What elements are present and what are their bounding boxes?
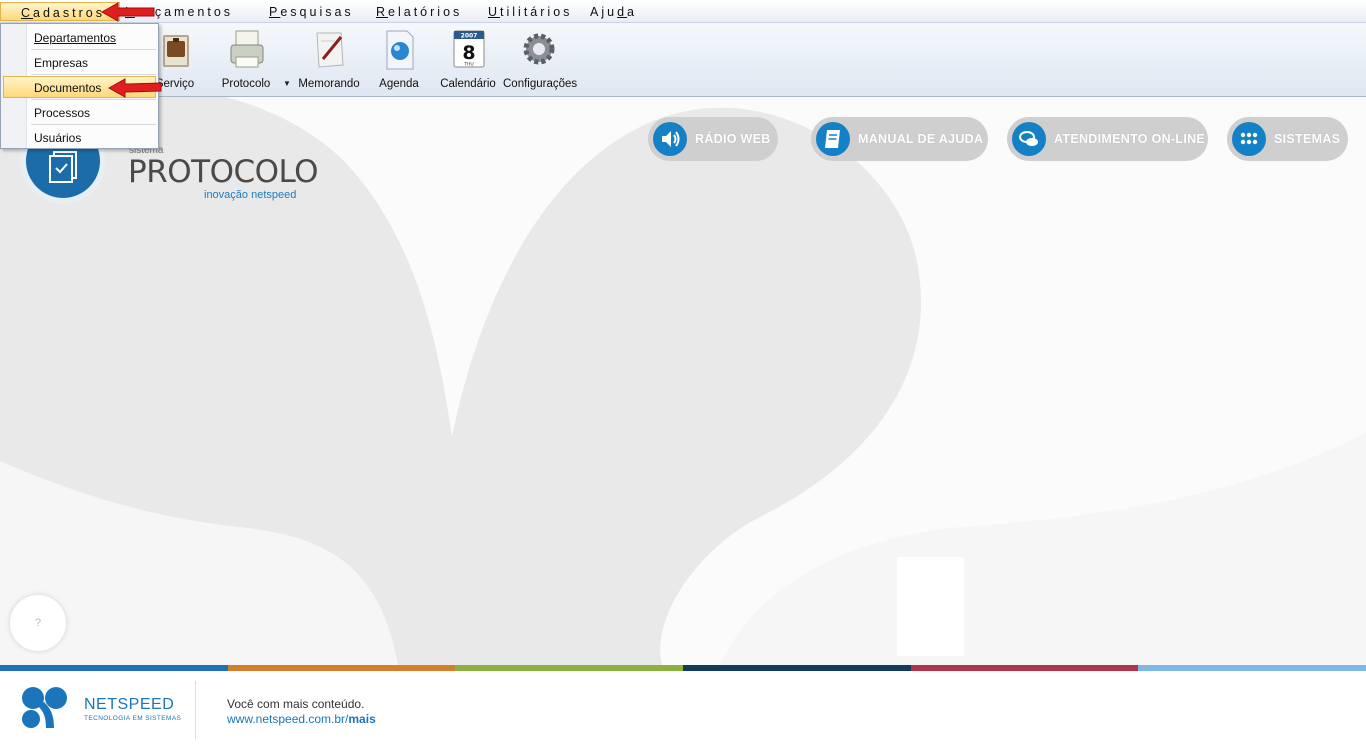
tool-configuracoes-label: Configurações [503, 78, 578, 90]
logo-title: PROTOCOLO [128, 154, 319, 190]
tool-configuracoes[interactable]: Configurações [503, 23, 578, 97]
book-icon [816, 122, 850, 156]
menu-relatorios-accel: R [376, 5, 389, 19]
calendar-year: 2007 [461, 33, 478, 40]
gear-icon [519, 27, 559, 71]
printer-icon [226, 27, 266, 71]
menu-relatorios[interactable]: Relatórios [376, 5, 462, 19]
help-button[interactable]: ? [10, 595, 66, 651]
menu-item-label: Empresas [34, 56, 89, 70]
footer-divider [195, 681, 196, 739]
manual-de-ajuda-label: MANUAL DE AJUDA [858, 132, 984, 146]
atendimento-online-button[interactable]: ATENDIMENTO ON-LINE [1007, 117, 1208, 161]
tool-calendario-label: Calendário [440, 78, 496, 90]
netspeed-logo-icon [20, 684, 76, 730]
speaker-icon [653, 122, 687, 156]
blank-panel [897, 557, 964, 656]
menu-item-label: Processos [34, 106, 91, 120]
menu-separator [31, 124, 156, 125]
menu-item-label: Departamentos [34, 31, 117, 45]
menu-utilitarios-label: tilitários [500, 5, 573, 19]
tool-protocolo[interactable]: Protocolo [218, 23, 274, 97]
tool-agenda[interactable]: Agenda [376, 23, 422, 97]
grid-dots-icon [1232, 122, 1266, 156]
menu-relatorios-label: elatórios [388, 5, 463, 19]
menu-item-label: Usuários [34, 131, 82, 145]
tool-memorando-label: Memorando [298, 78, 360, 90]
atendimento-online-label: ATENDIMENTO ON-LINE [1054, 132, 1206, 146]
radio-web-label: RÁDIO WEB [695, 132, 771, 146]
tool-calendario[interactable]: 2007 8 THU Calendário [440, 23, 496, 97]
briefcase-icon [155, 27, 195, 71]
tool-agenda-label: Agenda [379, 78, 419, 90]
netspeed-brand: NETSPEED [84, 696, 175, 713]
menu-item-processos[interactable]: Processos [3, 101, 156, 123]
menu-item-label: Documentos [34, 81, 102, 95]
menubar: Cadastros Lançamentos Pesquisas Relatóri… [0, 0, 1366, 23]
footer-link-bold: mais [348, 712, 376, 726]
calendar-icon: 2007 8 THU [448, 27, 488, 71]
menu-utilitarios[interactable]: Utilitários [488, 5, 572, 19]
logo-tagline: inovação netspeed [204, 189, 297, 201]
menu-item-departamentos[interactable]: Departamentos [3, 26, 156, 48]
menu-ajuda-label-end: a [627, 5, 637, 19]
menu-separator [31, 74, 156, 75]
calendar-weekday: THU [463, 62, 473, 68]
menu-item-usuarios[interactable]: Usuários [3, 126, 156, 148]
sistemas-label: SISTEMAS [1274, 132, 1341, 146]
chat-icon [1012, 122, 1046, 156]
tool-protocolo-label: Protocolo [221, 78, 271, 90]
globe-document-icon [379, 27, 419, 71]
menu-pesquisas-accel: P [269, 5, 281, 19]
menu-cadastros-accel: C [21, 6, 34, 20]
sistemas-button[interactable]: SISTEMAS [1227, 117, 1348, 161]
footer-slogan: Você com mais conteúdo. [227, 697, 365, 711]
radio-web-button[interactable]: RÁDIO WEB [648, 117, 778, 161]
footer-link[interactable]: www.netspeed.com.br/mais [227, 712, 376, 726]
menu-pesquisas-label: esquisas [280, 5, 354, 19]
annotation-arrow-icon [100, 2, 155, 22]
menu-item-empresas[interactable]: Empresas [3, 51, 156, 73]
footer [0, 671, 1366, 747]
menu-utilitarios-accel: U [488, 5, 501, 19]
netspeed-subtitle: TECNOLOGIA EM SISTEMAS [84, 715, 182, 722]
menu-ajuda[interactable]: Ajuda [590, 5, 637, 19]
manual-de-ajuda-button[interactable]: MANUAL DE AJUDA [811, 117, 988, 161]
menu-separator [31, 49, 156, 50]
pen-document-icon [309, 27, 349, 71]
protocolo-dropdown-caret-icon[interactable]: ▼ [283, 79, 291, 88]
menu-cadastros-label: adastros [33, 6, 105, 20]
footer-link-prefix: www.netspeed.com.br/ [227, 712, 349, 726]
annotation-arrow-icon [107, 78, 162, 98]
toolbar: Serviço Protocolo ▼ Memorando Agenda 200… [0, 23, 1366, 97]
menu-pesquisas[interactable]: Pesquisas [269, 5, 354, 19]
calendar-day: 8 [462, 42, 475, 64]
menu-ajuda-label: Aju [590, 5, 618, 19]
tool-memorando[interactable]: Memorando [298, 23, 360, 97]
menu-ajuda-accel: d [617, 5, 628, 19]
